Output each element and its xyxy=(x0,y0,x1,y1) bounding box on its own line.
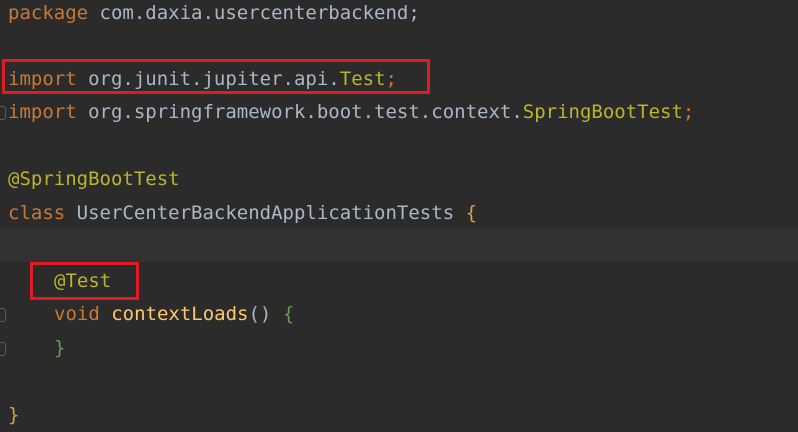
fold-marker-icon[interactable] xyxy=(0,308,6,322)
keyword-import: import xyxy=(8,101,77,123)
code-line-class-declaration[interactable]: class UserCenterBackendApplicationTests … xyxy=(8,196,477,230)
method-parens: () xyxy=(248,303,283,325)
fold-marker-icon[interactable] xyxy=(0,342,6,356)
annotation-test: @Test xyxy=(54,270,112,292)
class-close-brace: } xyxy=(8,404,20,426)
semicolon: ; xyxy=(385,68,397,90)
code-editor[interactable]: package com.daxia.usercenterbackend; imp… xyxy=(0,0,798,432)
keyword-void: void xyxy=(54,303,100,325)
keyword-package: package xyxy=(8,2,89,24)
semicolon: ; xyxy=(682,101,695,123)
class-open-brace: { xyxy=(465,202,478,224)
keyword-class: class xyxy=(8,202,66,224)
code-line-method-close[interactable]: } xyxy=(54,331,65,365)
import-class-springboottest: SpringBootTest xyxy=(522,101,683,123)
code-line-import-springboottest[interactable]: import org.springframework.boot.test.con… xyxy=(8,95,694,129)
import-package: org.junit.jupiter.api. xyxy=(76,68,340,90)
annotation-springboottest: @SpringBootTest xyxy=(8,168,180,190)
import-class-test: Test xyxy=(339,68,386,90)
keyword-import: import xyxy=(8,68,77,90)
code-line-annotation-test[interactable]: @Test xyxy=(54,264,111,298)
method-open-brace: { xyxy=(282,303,295,325)
code-line-package[interactable]: package com.daxia.usercenterbackend; xyxy=(8,0,420,30)
code-line-method-declaration[interactable]: void contextLoads() { xyxy=(54,297,294,331)
code-line-import-test[interactable]: import org.junit.jupiter.api.Test; xyxy=(8,62,397,96)
method-name: contextLoads xyxy=(99,303,249,325)
import-package: org.springframework.boot.test.context. xyxy=(76,101,523,123)
code-line-class-close[interactable]: } xyxy=(8,398,19,432)
fold-marker-icon[interactable] xyxy=(0,106,6,120)
current-line-highlight xyxy=(0,228,798,262)
package-name: com.daxia.usercenterbackend; xyxy=(88,2,420,24)
class-name: UserCenterBackendApplicationTests xyxy=(65,202,466,224)
method-close-brace: } xyxy=(54,337,66,359)
code-line-annotation-springboottest[interactable]: @SpringBootTest xyxy=(8,162,180,196)
